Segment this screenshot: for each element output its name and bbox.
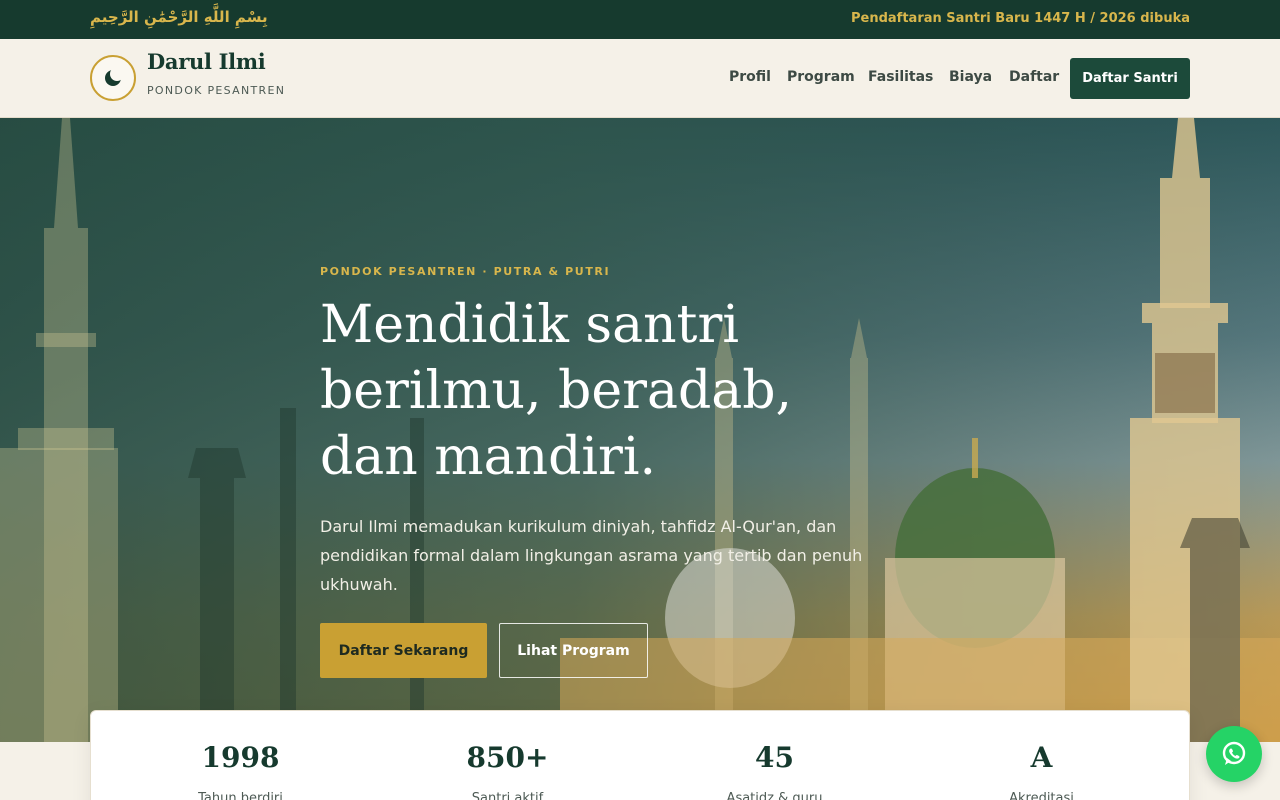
nav-link-profil[interactable]: Profil xyxy=(729,69,771,85)
hero-description: Darul Ilmi memadukan kurikulum diniyah, … xyxy=(320,517,863,594)
stat-label: Santri aktif xyxy=(471,791,544,800)
stat-label: Akreditasi xyxy=(1009,791,1074,800)
stat-label: Tahun berdiri xyxy=(198,791,283,800)
nav-link-daftar[interactable]: Daftar xyxy=(1009,69,1059,85)
hero-title: Mendidik santri berilmu, beradab, dan ma… xyxy=(320,295,793,487)
logo[interactable] xyxy=(90,55,136,101)
stat-value: 45 xyxy=(755,741,794,774)
crescent-moon-icon xyxy=(105,67,124,86)
registration-announcement: Pendaftaran Santri Baru 1447 H / 2026 di… xyxy=(851,11,1190,26)
nav-link-program[interactable]: Program xyxy=(787,69,855,85)
site-header: Darul Ilmi PONDOK PESANTREN Profil Progr… xyxy=(0,39,1280,118)
stats-card: 1998 Tahun berdiri 850+ Santri aktif 45 … xyxy=(90,710,1190,800)
nav-link-fasilitas[interactable]: Fasilitas xyxy=(868,69,933,85)
brand-subtitle: PONDOK PESANTREN xyxy=(147,84,286,97)
nav-link-biaya[interactable]: Biaya xyxy=(949,69,992,85)
register-santri-button[interactable]: Daftar Santri xyxy=(1070,58,1190,99)
stat-label: Asatidz & guru xyxy=(726,791,823,800)
view-program-button[interactable]: Lihat Program xyxy=(499,623,648,678)
whatsapp-icon xyxy=(1222,741,1246,765)
announcement-bar: بِسْمِ اللَّهِ الرَّحْمَٰنِ الرَّحِيمِ P… xyxy=(0,0,1280,39)
stat-value: A xyxy=(1030,741,1053,774)
brand-name[interactable]: Darul Ilmi xyxy=(147,49,266,74)
hero-eyebrow: PONDOK PESANTREN · PUTRA & PUTRI xyxy=(320,265,611,278)
whatsapp-chat-button[interactable] xyxy=(1206,726,1262,782)
register-now-button[interactable]: Daftar Sekarang xyxy=(320,623,487,678)
stat-value: 850+ xyxy=(466,741,549,774)
stat-value: 1998 xyxy=(201,741,280,774)
basmala-text: بِسْمِ اللَّهِ الرَّحْمَٰنِ الرَّحِيمِ xyxy=(90,8,268,26)
hero-section: PONDOK PESANTREN · PUTRA & PUTRI Mendidi… xyxy=(0,118,1280,742)
